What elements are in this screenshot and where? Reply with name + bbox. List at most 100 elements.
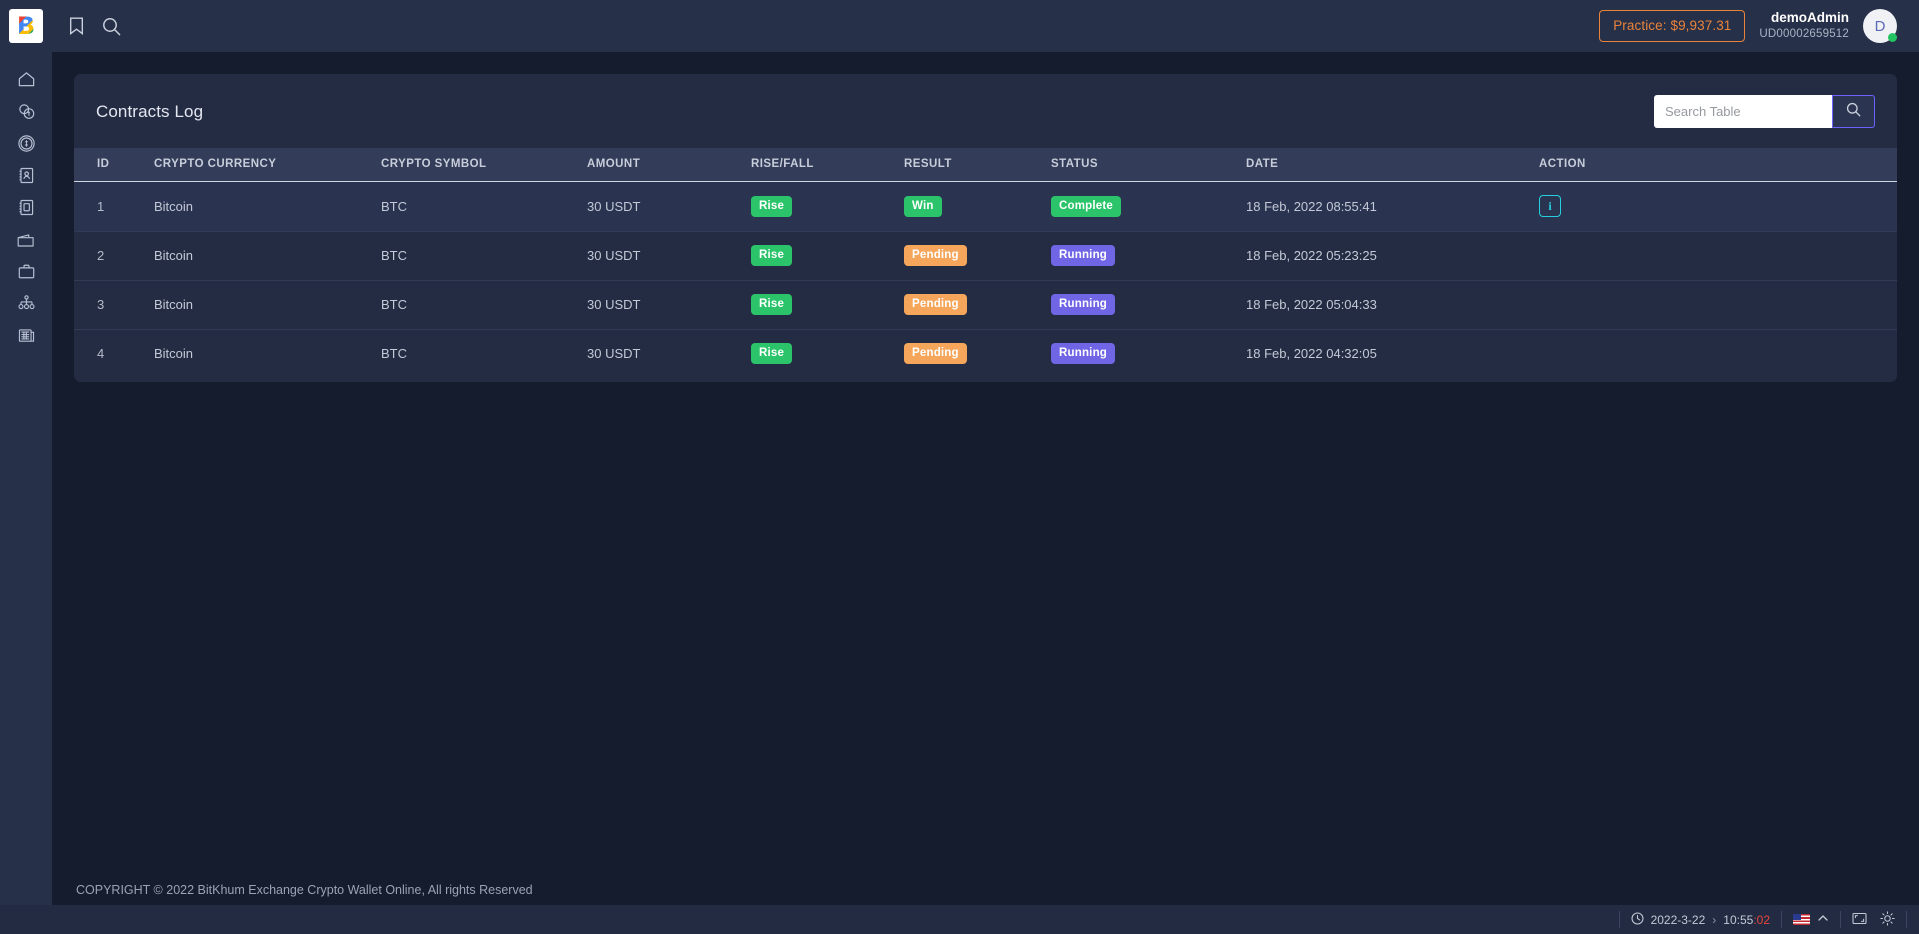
taskbar-date: 2022-3-22 [1651, 913, 1706, 927]
status-badge: Complete [1051, 196, 1121, 217]
status-cell: Running [1051, 330, 1246, 379]
chevron-up-icon[interactable] [1817, 912, 1829, 927]
taskbar-clock-group[interactable]: 2022-3-22 › 10:55:02 [1631, 912, 1770, 928]
cell-amount: 30 USDT [587, 330, 751, 379]
sidebar-item-deposit[interactable] [0, 128, 52, 159]
table-search-group [1654, 95, 1875, 128]
table-row[interactable]: 1BitcoinBTC30 USDTRiseWinComplete18 Feb,… [74, 182, 1897, 232]
user-id: UD00002659512 [1759, 27, 1849, 41]
cell-id: 4 [74, 330, 154, 379]
sidebar-item-wallet[interactable] [0, 224, 52, 255]
result-cell: Pending [904, 281, 1051, 330]
risefall-badge: Rise [751, 343, 792, 364]
col-header-id[interactable]: ID [74, 148, 154, 182]
app-root: B Practice: $9,937.31 demoAdmin UD000026… [0, 0, 1919, 934]
status-cell: Running [1051, 232, 1246, 281]
brightness-icon[interactable] [1880, 911, 1895, 929]
result-cell: Pending [904, 330, 1051, 379]
result-cell: Win [904, 182, 1051, 232]
taskbar-time-seconds: :02 [1753, 913, 1770, 927]
risefall-cell: Rise [751, 182, 904, 232]
online-status-dot [1888, 33, 1897, 42]
cell-symbol: BTC [381, 281, 587, 330]
page-title: Contracts Log [96, 102, 203, 122]
search-icon[interactable] [102, 17, 121, 36]
app-logo[interactable]: B [0, 0, 52, 52]
col-header-risefall[interactable]: RISE/FALL [751, 148, 904, 182]
col-header-currency[interactable]: CRYPTO CURRENCY [154, 148, 381, 182]
result-cell: Pending [904, 232, 1051, 281]
risefall-cell: Rise [751, 330, 904, 379]
sidebar-item-network[interactable] [0, 288, 52, 319]
header-icon-group [69, 17, 121, 36]
result-badge: Win [904, 196, 942, 217]
report-icon [17, 326, 36, 345]
contracts-log-card: Contracts Log ID [74, 74, 1897, 382]
col-header-result[interactable]: RESULT [904, 148, 1051, 182]
table-body: 1BitcoinBTC30 USDTRiseWinComplete18 Feb,… [74, 182, 1897, 379]
top-header-bar: B Practice: $9,937.31 demoAdmin UD000026… [0, 0, 1919, 52]
cell-symbol: BTC [381, 182, 587, 232]
user-name: demoAdmin [1759, 10, 1849, 27]
result-badge: Pending [904, 294, 967, 315]
user-info-block[interactable]: demoAdmin UD00002659512 [1759, 10, 1849, 41]
copyright-text: COPYRIGHT © 2022 BitKhum Exchange Crypto… [76, 883, 533, 897]
risefall-badge: Rise [751, 196, 792, 217]
chevron-right-icon: › [1712, 913, 1716, 927]
taskbar-divider [1906, 911, 1907, 928]
taskbar-divider [1619, 911, 1620, 928]
cell-id: 2 [74, 232, 154, 281]
status-badge: Running [1051, 245, 1115, 266]
practice-balance-badge[interactable]: Practice: $9,937.31 [1599, 10, 1745, 42]
taskbar-system-group[interactable] [1852, 911, 1895, 929]
cell-action: i [1539, 182, 1897, 232]
col-header-amount[interactable]: AMOUNT [587, 148, 751, 182]
table-row[interactable]: 4BitcoinBTC30 USDTRisePendingRunning18 F… [74, 330, 1897, 379]
cell-action [1539, 281, 1897, 330]
flag-canton [1793, 914, 1801, 920]
table-head: ID CRYPTO CURRENCY CRYPTO SYMBOL AMOUNT … [74, 148, 1897, 182]
search-input[interactable] [1654, 95, 1832, 128]
table-header-row: ID CRYPTO CURRENCY CRYPTO SYMBOL AMOUNT … [74, 148, 1897, 182]
header-right-group: Practice: $9,937.31 demoAdmin UD00002659… [1599, 9, 1919, 43]
sidebar-item-coins[interactable] [0, 96, 52, 127]
cell-date: 18 Feb, 2022 04:32:05 [1246, 330, 1539, 379]
screen-icon[interactable] [1852, 912, 1867, 928]
taskbar-locale-group[interactable] [1793, 912, 1829, 927]
bookmark-icon[interactable] [69, 17, 84, 35]
main-content: Contracts Log ID [52, 52, 1919, 934]
col-header-date[interactable]: DATE [1246, 148, 1539, 182]
taskbar-divider [1781, 911, 1782, 928]
avatar[interactable]: D [1863, 9, 1897, 43]
result-badge: Pending [904, 245, 967, 266]
os-taskbar: 2022-3-22 › 10:55:02 [0, 905, 1919, 934]
sidebar-item-contacts[interactable] [0, 160, 52, 191]
sidebar-item-home[interactable] [0, 64, 52, 95]
status-cell: Complete [1051, 182, 1246, 232]
sidebar-item-portfolio[interactable] [0, 256, 52, 287]
status-badge: Running [1051, 294, 1115, 315]
status-cell: Running [1051, 281, 1246, 330]
page-footer: COPYRIGHT © 2022 BitKhum Exchange Crypto… [52, 875, 1919, 905]
col-header-status[interactable]: STATUS [1051, 148, 1246, 182]
col-header-symbol[interactable]: CRYPTO SYMBOL [381, 148, 587, 182]
card-header: Contracts Log [74, 74, 1897, 148]
coins-icon [17, 102, 36, 121]
sidebar-nav [0, 52, 52, 934]
status-badge: Running [1051, 343, 1115, 364]
search-submit-button[interactable] [1832, 95, 1875, 128]
risefall-cell: Rise [751, 232, 904, 281]
wallet-icon [16, 230, 36, 250]
col-header-action[interactable]: ACTION [1539, 148, 1897, 182]
table-row[interactable]: 2BitcoinBTC30 USDTRisePendingRunning18 F… [74, 232, 1897, 281]
cell-symbol: BTC [381, 232, 587, 281]
cell-symbol: BTC [381, 330, 587, 379]
address-book-icon [17, 198, 36, 217]
info-button[interactable]: i [1539, 195, 1561, 217]
risefall-cell: Rise [751, 281, 904, 330]
table-row[interactable]: 3BitcoinBTC30 USDTRisePendingRunning18 F… [74, 281, 1897, 330]
sidebar-item-reports[interactable] [0, 320, 52, 351]
sidebar-item-address-book[interactable] [0, 192, 52, 223]
sitemap-icon [17, 294, 36, 313]
cell-action [1539, 330, 1897, 379]
